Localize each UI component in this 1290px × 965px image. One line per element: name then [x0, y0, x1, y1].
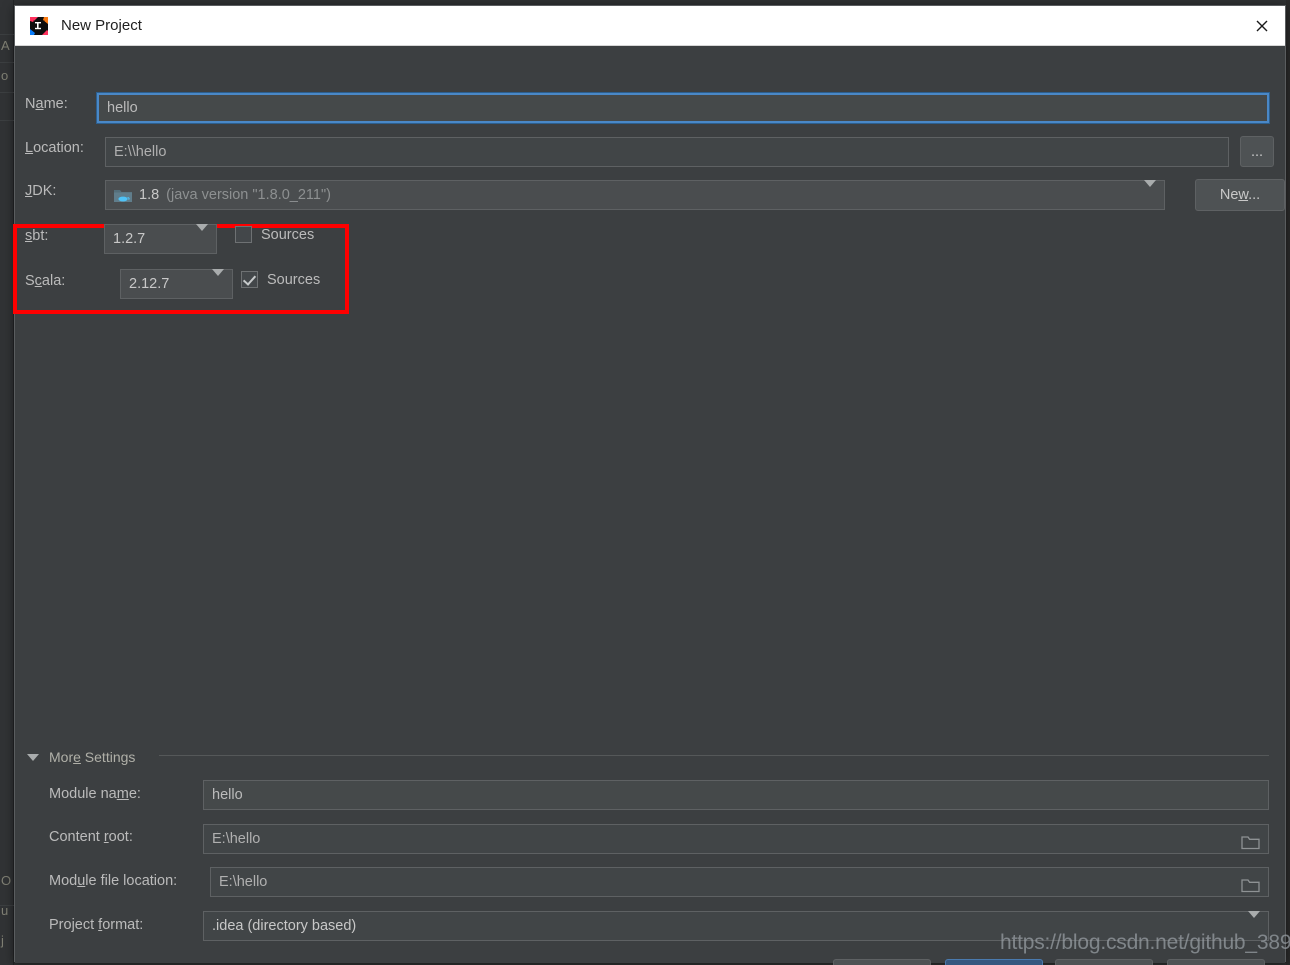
ide-ghost-text: A	[1, 38, 10, 53]
jdk-detail: (java version "1.8.0_211")	[166, 187, 331, 203]
project-format-row: Project format:	[49, 917, 143, 933]
ide-ghost-text: j	[1, 933, 4, 948]
jdk-new-button[interactable]: New...	[1195, 179, 1285, 211]
scala-version-value: 2.12.7	[129, 276, 170, 292]
sbt-row: sbt:	[25, 228, 48, 244]
content-root-input[interactable]: E:\hello	[203, 824, 1269, 854]
jdk-label: JDK:	[25, 183, 57, 199]
sbt-label: sbt:	[25, 228, 49, 244]
ide-ghost-text: o	[1, 68, 9, 83]
more-settings-header[interactable]: More Settings	[27, 749, 135, 765]
scala-row: Scala:	[25, 273, 65, 289]
project-format-label: Project format:	[49, 917, 144, 933]
module-file-location-label: Module file location:	[49, 873, 178, 889]
sbt-sources-checkbox[interactable]	[235, 226, 252, 243]
ellipsis-icon: ...	[1250, 143, 1264, 160]
help-button[interactable]: Help	[1167, 959, 1265, 965]
jdk-value: 1.8	[139, 187, 160, 203]
scala-label: Scala:	[25, 273, 66, 289]
chevron-down-icon[interactable]	[196, 224, 208, 247]
scala-version-combobox[interactable]: 2.12.7	[120, 269, 233, 299]
scala-sources-checkbox[interactable]	[241, 271, 258, 288]
chevron-down-icon[interactable]	[212, 269, 224, 292]
folder-icon[interactable]	[1241, 832, 1260, 849]
module-file-location-row: Module file location:	[49, 873, 177, 889]
new-project-dialog: New Project Name: hello Location: E:\\he…	[13, 5, 1286, 965]
ide-ghost-text: u	[1, 903, 9, 918]
scala-sources-checkbox-row[interactable]: Sources	[241, 271, 320, 288]
chevron-down-icon[interactable]	[27, 753, 39, 761]
finish-button[interactable]: Finish	[945, 959, 1043, 965]
location-input-value: E:\\hello	[114, 144, 167, 160]
watermark-overlay: https://blog.csdn.net/github_38924695	[1000, 931, 1290, 954]
module-name-input[interactable]: hello	[203, 780, 1269, 810]
ide-right-edge	[1286, 0, 1290, 965]
location-input[interactable]: E:\\hello	[105, 137, 1229, 167]
name-row: Name:	[25, 96, 68, 112]
module-file-location-input[interactable]: E:\hello	[210, 867, 1269, 897]
previous-button[interactable]: Previous	[833, 959, 931, 965]
name-input-value: hello	[107, 100, 138, 116]
project-format-value: .idea (directory based)	[212, 918, 357, 934]
sbt-sources-label: Sources	[261, 226, 315, 243]
content-root-value: E:\hello	[212, 831, 261, 847]
sbt-version-value: 1.2.7	[113, 231, 146, 247]
sbt-version-combobox[interactable]: 1.2.7	[104, 224, 217, 254]
jdk-combobox[interactable]: 1.8 (java version "1.8.0_211")	[105, 180, 1165, 210]
folder-icon[interactable]	[1241, 875, 1260, 892]
dialog-body: Name: hello Location: E:\\hello ... JDK:	[13, 46, 1285, 965]
module-file-location-value: E:\hello	[219, 874, 268, 890]
module-name-value: hello	[212, 787, 243, 803]
scala-sources-label: Sources	[267, 271, 321, 288]
module-name-label: Module name:	[49, 786, 141, 802]
location-browse-button[interactable]: ...	[1240, 136, 1274, 167]
intellij-idea-logo-icon	[29, 16, 49, 36]
location-label: Location:	[25, 140, 84, 156]
dialog-title: New Project	[61, 17, 142, 34]
name-label: Name:	[25, 96, 68, 112]
dialog-titlebar: New Project	[15, 6, 1285, 46]
jdk-row: JDK:	[25, 183, 56, 199]
ide-ghost-text: O	[1, 873, 12, 888]
more-settings-separator	[159, 755, 1269, 756]
java-folder-icon	[114, 188, 132, 203]
location-row: Location:	[25, 140, 84, 156]
cancel-button[interactable]: Cancel	[1055, 959, 1153, 965]
name-input[interactable]: hello	[96, 92, 1270, 124]
chevron-down-icon[interactable]	[1144, 180, 1156, 203]
close-icon[interactable]	[1239, 6, 1285, 45]
content-root-row: Content root:	[49, 829, 133, 845]
sbt-sources-checkbox-row[interactable]: Sources	[235, 226, 314, 243]
ide-left-strip: A o O u j	[0, 0, 14, 965]
module-name-row: Module name:	[49, 786, 141, 802]
jdk-new-button-label: New...	[1219, 187, 1261, 203]
content-root-label: Content root:	[49, 829, 133, 845]
more-settings-label: More Settings	[49, 749, 136, 765]
